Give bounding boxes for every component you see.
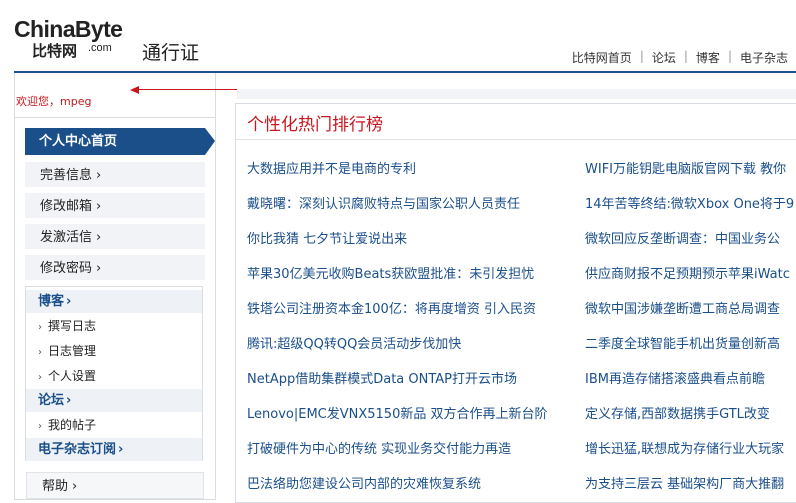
news-link[interactable]: 微软中国涉嫌垄断遭工商总局调查: [585, 298, 796, 317]
group-head-forum[interactable]: 论坛 ›: [26, 389, 202, 412]
news-link[interactable]: NetApp借助集群模式Data ONTAP打开云市场: [247, 368, 567, 387]
sidebar-item-label: 修改邮箱: [40, 199, 93, 214]
news-link[interactable]: 微软回应反垄断调查：中国业务公: [585, 228, 796, 247]
panel-top-strip: [237, 89, 796, 99]
news-link[interactable]: 打破硬件为中心的传统 实现业务交付能力再造: [247, 438, 567, 457]
news-link[interactable]: 苹果30亿美元收购Beats获欧盟批准：未引发担忧: [247, 263, 567, 282]
news-link[interactable]: IBM再造存储搭滚盛典看点前瞻: [585, 368, 796, 387]
nav-link-home[interactable]: 比特网首页: [572, 49, 632, 66]
sub-item-label: 我的帖子: [48, 418, 97, 432]
news-link[interactable]: 你比我猜 七夕节让爱说出来: [247, 228, 567, 247]
sidebar-item-profile[interactable]: 完善信息 ›: [25, 162, 205, 189]
sidebar-item-help[interactable]: 帮助 ›: [26, 472, 204, 499]
chevron-right-icon: ›: [96, 261, 102, 276]
sub-item-write-log[interactable]: › 撰写日志: [38, 318, 96, 336]
sub-item-my-posts[interactable]: › 我的帖子: [38, 417, 96, 435]
chevron-right-icon: ›: [96, 230, 102, 245]
chevron-right-icon: ›: [96, 199, 102, 214]
sub-item-label: 个人设置: [48, 369, 97, 383]
news-link[interactable]: 供应商财报不足预期预示苹果iWatc: [585, 263, 796, 282]
service-title: 通行证: [142, 42, 200, 64]
bullet-icon: ›: [38, 322, 42, 333]
sidebar-item-label: 个人中心首页: [39, 134, 118, 149]
group-head-blog[interactable]: 博客 ›: [26, 290, 202, 313]
arrow-head: [130, 86, 139, 94]
nav-separator: |: [683, 49, 688, 63]
sidebar-item-label: 完善信息: [40, 168, 93, 183]
sub-item-label: 撰写日志: [48, 319, 97, 333]
chevron-right-icon: ›: [96, 168, 102, 183]
group-title: 博客: [38, 294, 65, 309]
nav-separator: |: [727, 49, 732, 63]
sidebar-item-change-password[interactable]: 修改密码 ›: [25, 255, 205, 282]
chevron-right-icon: ›: [72, 479, 78, 494]
logo-domain-suffix: .com: [88, 42, 112, 54]
nav-link-blog[interactable]: 博客: [696, 49, 720, 66]
bullet-icon: ›: [38, 421, 42, 432]
news-link[interactable]: 14年苦等终结:微软Xbox One将于9: [585, 193, 796, 212]
sidebar-item-change-email[interactable]: 修改邮箱 ›: [25, 193, 205, 220]
logo-cn-text: 比特网: [32, 42, 78, 60]
sub-item-personal-settings[interactable]: › 个人设置: [38, 368, 96, 386]
sub-item-log-manage[interactable]: › 日志管理: [38, 343, 96, 361]
group-head-emagazine[interactable]: 电子杂志订阅 ›: [26, 438, 202, 461]
news-link[interactable]: 定义存储,西部数据携手GTL改变: [585, 403, 796, 422]
top-nav: 比特网首页 | 论坛 | 博客 | 电子杂志: [572, 49, 788, 66]
group-title: 论坛: [38, 393, 65, 408]
logo-brand-text: ChinaByte: [14, 16, 123, 42]
news-link[interactable]: 增长迅猛,联想成为存储行业大玩家: [585, 438, 796, 457]
news-link[interactable]: 腾讯:超级QQ转QQ会员活动步伐加快: [247, 333, 567, 352]
news-link[interactable]: 大数据应用并不是电商的专利: [247, 158, 567, 177]
nav-link-emagazine[interactable]: 电子杂志: [740, 49, 788, 66]
news-link[interactable]: 戴晓曙：深刻认识腐败特点与国家公职人员责任: [247, 193, 567, 212]
sidebar-item-home[interactable]: 个人中心首页: [25, 128, 215, 155]
chevron-right-icon: ›: [66, 393, 72, 408]
bullet-icon: ›: [38, 347, 42, 358]
welcome-divider: [14, 117, 215, 118]
sidebar-item-label: 发激活信: [40, 230, 93, 245]
news-link[interactable]: 巴法络助您建设公司内部的灾难恢复系统: [247, 473, 567, 492]
news-link[interactable]: Lenovo|EMC发VNX5150新品 双方合作再上新台阶: [247, 403, 567, 422]
nav-separator: |: [639, 49, 644, 63]
bullet-icon: ›: [38, 372, 42, 383]
news-link[interactable]: 为支持三层云 基础架构厂商大推翻: [585, 473, 796, 492]
panel-title-divider: [236, 139, 796, 140]
welcome-text: 欢迎您，mpeg: [16, 95, 92, 108]
sidebar-item-label: 修改密码: [40, 261, 93, 276]
sub-item-label: 日志管理: [48, 344, 97, 358]
panel-title: 个性化热门排行榜: [247, 115, 383, 135]
sidebar-item-label: 帮助: [42, 479, 69, 494]
sidebar-item-send-activation[interactable]: 发激活信 ›: [25, 224, 205, 251]
chevron-right-icon: ›: [118, 442, 124, 457]
news-link[interactable]: 铁塔公司注册资本金100亿：将再度增资 引入民资: [247, 298, 567, 317]
active-notch: [205, 128, 215, 155]
chevron-right-icon: ›: [66, 294, 72, 309]
news-link[interactable]: WIFI万能钥匙电脑版官网下载 教你: [585, 158, 796, 177]
nav-link-forum[interactable]: 论坛: [652, 49, 676, 66]
chinabyte-logo[interactable]: ChinaByte 比特网 .com: [14, 16, 132, 60]
group-title: 电子杂志订阅: [38, 442, 117, 457]
news-link[interactable]: 二季度全球智能手机出货量创新高: [585, 333, 796, 352]
